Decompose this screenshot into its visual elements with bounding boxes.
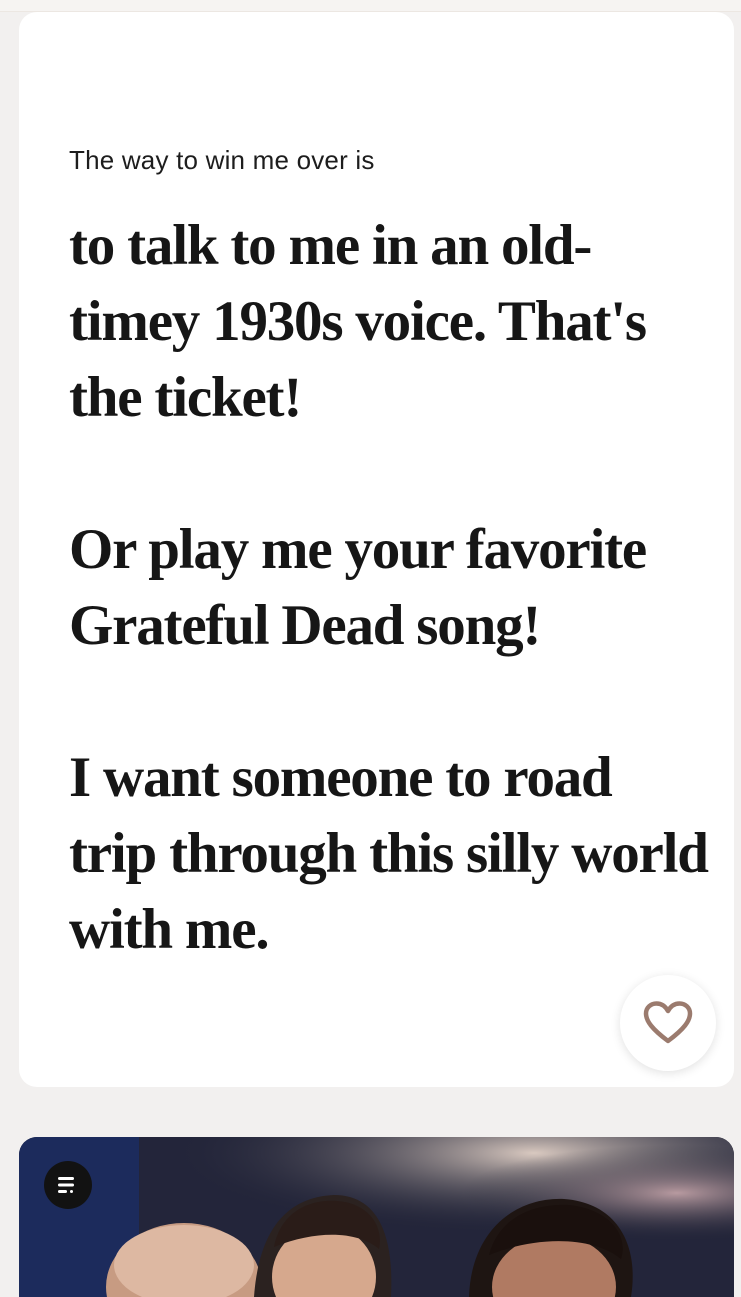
photo-image: [19, 1137, 734, 1297]
top-edge: [0, 0, 741, 12]
prompt-card: The way to win me over is to talk to me …: [19, 12, 734, 1087]
answer-paragraph: to talk to me in an old-timey 1930s voic…: [69, 214, 647, 429]
prompt-question: The way to win me over is: [69, 145, 375, 175]
list-caption-icon: [58, 1177, 74, 1193]
heart-outline-icon: [643, 1001, 693, 1044]
like-button[interactable]: [620, 975, 716, 1071]
answer-paragraph: Or play me your favorite Grateful Dead s…: [69, 518, 647, 657]
answer-paragraph: I want someone to road trip through this…: [69, 746, 709, 961]
prompt-answer: to talk to me in an old-timey 1930s voic…: [69, 208, 709, 968]
photo-card[interactable]: [19, 1137, 734, 1297]
caption-badge[interactable]: [44, 1161, 92, 1209]
